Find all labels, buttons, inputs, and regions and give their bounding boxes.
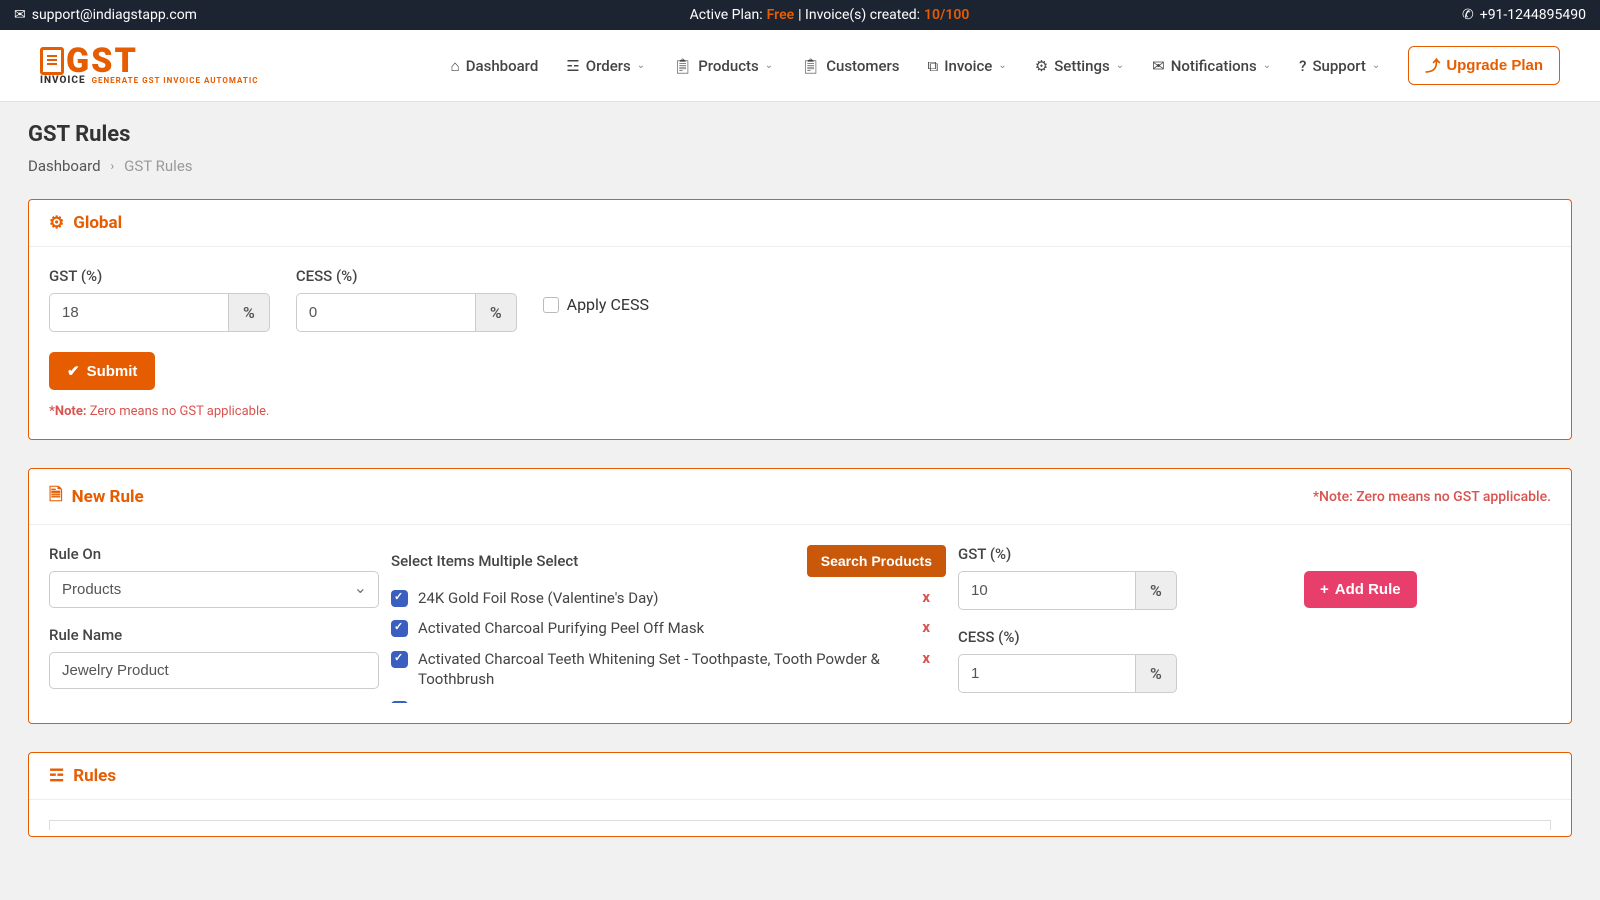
nav-invoice[interactable]: ⧉Invoice⌄ — [928, 57, 1007, 75]
sliders-icon: ⚙ — [49, 213, 64, 233]
new-rule-header: New Rule — [72, 487, 144, 507]
search-products-button[interactable]: Search Products — [807, 545, 946, 577]
gst-input[interactable] — [49, 293, 229, 332]
breadcrumb-current: GST Rules — [124, 157, 192, 175]
clipboard-icon: 📋︎ — [801, 57, 820, 75]
rocket-icon: ⤴ — [1425, 55, 1440, 76]
page-title: GST Rules — [28, 122, 1572, 147]
percent-icon: % — [229, 293, 270, 332]
nav-customers[interactable]: 📋︎Customers — [801, 57, 899, 75]
remove-item-button[interactable]: x — [922, 588, 938, 606]
cess-input[interactable] — [296, 293, 476, 332]
global-card: ⚙ Global GST (%) % CESS (%) % — [28, 199, 1572, 440]
chevron-down-icon: ⌄ — [1372, 60, 1380, 71]
item-checkbox[interactable] — [391, 701, 408, 703]
new-rule-cess-label: CESS (%) — [958, 628, 1176, 646]
logo-icon — [40, 47, 64, 75]
active-plan-label: Active Plan: — [690, 7, 763, 23]
apply-cess-label: Apply CESS — [567, 295, 649, 314]
gear-icon: ⚙ — [1035, 57, 1048, 75]
navbar: GST INVOICE GENERATE GST INVOICE AUTOMAT… — [0, 30, 1600, 102]
rule-name-input[interactable] — [49, 652, 379, 689]
remove-item-button[interactable]: x — [922, 618, 938, 636]
nav-settings[interactable]: ⚙Settings⌄ — [1035, 57, 1124, 75]
chevron-down-icon: ⌄ — [998, 60, 1006, 71]
chevron-right-icon: › — [111, 159, 115, 173]
envelope-icon: ✉ — [1152, 57, 1165, 75]
gst-label: GST (%) — [49, 267, 270, 285]
active-plan-value: Free — [767, 7, 795, 23]
copy-icon: ⧉ — [928, 57, 939, 75]
chevron-down-icon: ⌄ — [637, 60, 645, 71]
check-circle-icon: ✔ — [67, 362, 80, 380]
percent-icon: % — [476, 293, 517, 332]
item-checkbox[interactable] — [391, 620, 408, 637]
apply-cess-checkbox[interactable] — [543, 297, 559, 313]
new-rule-cess-input[interactable] — [958, 654, 1136, 693]
plus-icon: + — [1320, 581, 1329, 598]
percent-icon: % — [1136, 654, 1177, 693]
percent-icon: % — [1136, 571, 1177, 610]
select-items-label: Select Items Multiple Select — [391, 552, 578, 570]
rule-on-label: Rule On — [49, 545, 379, 563]
rules-header: Rules — [73, 766, 116, 786]
chevron-down-icon: ⌄ — [765, 60, 773, 71]
home-icon: ⌂ — [451, 57, 460, 75]
item-checkbox[interactable] — [391, 590, 408, 607]
upgrade-plan-button[interactable]: ⤴Upgrade Plan — [1408, 46, 1560, 85]
add-rule-button[interactable]: + Add Rule — [1304, 571, 1417, 608]
new-rule-gst-input[interactable] — [958, 571, 1136, 610]
global-header: Global — [73, 213, 122, 233]
breadcrumb-home[interactable]: Dashboard — [28, 157, 101, 175]
submit-button[interactable]: ✔ Submit — [49, 352, 155, 390]
new-rule-note: *Note: Zero means no GST applicable. — [1313, 489, 1551, 505]
list-item[interactable]: Anti-Snoring Device x — [391, 694, 946, 703]
topbar: ✉ support@indiagstapp.com Active Plan: F… — [0, 0, 1600, 30]
logo[interactable]: GST INVOICE GENERATE GST INVOICE AUTOMAT… — [40, 46, 258, 86]
list-item[interactable]: Activated Charcoal Purifying Peel Off Ma… — [391, 613, 946, 643]
rule-on-select[interactable]: Products — [49, 571, 379, 608]
nav-dashboard[interactable]: ⌂Dashboard — [451, 57, 539, 75]
question-icon: ? — [1299, 57, 1306, 75]
nav-notifications[interactable]: ✉Notifications⌄ — [1152, 57, 1271, 75]
support-phone[interactable]: +91-1244895490 — [1480, 7, 1586, 23]
list-item[interactable]: 24K Gold Foil Rose (Valentine's Day) x — [391, 583, 946, 613]
chevron-down-icon: ⌄ — [1263, 60, 1271, 71]
list-icon: ☲ — [49, 766, 64, 786]
list-icon: ☲ — [566, 57, 579, 75]
mail-icon: ✉ — [14, 7, 26, 23]
new-rule-card: 🗎 New Rule *Note: Zero means no GST appl… — [28, 468, 1572, 724]
invoices-label: | Invoice(s) created: — [798, 7, 920, 23]
clipboard-icon: 📋︎ — [673, 57, 692, 75]
list-item[interactable]: Activated Charcoal Teeth Whitening Set -… — [391, 644, 946, 695]
nav-products[interactable]: 📋︎Products⌄ — [673, 57, 773, 75]
remove-item-button[interactable]: x — [922, 699, 938, 703]
remove-item-button[interactable]: x — [922, 649, 938, 667]
chevron-down-icon: ⌄ — [1116, 60, 1124, 71]
new-rule-gst-label: GST (%) — [958, 545, 1176, 563]
items-list[interactable]: 24K Gold Foil Rose (Valentine's Day) x A… — [391, 583, 946, 703]
support-email[interactable]: support@indiagstapp.com — [32, 7, 197, 23]
invoices-value: 10/100 — [924, 7, 969, 23]
breadcrumb: Dashboard › GST Rules — [28, 157, 1572, 175]
phone-icon: ✆ — [1462, 7, 1474, 23]
global-note: *Note: Zero means no GST applicable. — [49, 404, 1551, 419]
cess-label: CESS (%) — [296, 267, 517, 285]
item-checkbox[interactable] — [391, 651, 408, 668]
nav-support[interactable]: ?Support⌄ — [1299, 57, 1380, 75]
rule-name-label: Rule Name — [49, 626, 379, 644]
file-icon: 🗎 — [49, 482, 63, 511]
rules-card: ☲ Rules — [28, 752, 1572, 837]
nav-orders[interactable]: ☲Orders⌄ — [566, 57, 645, 75]
